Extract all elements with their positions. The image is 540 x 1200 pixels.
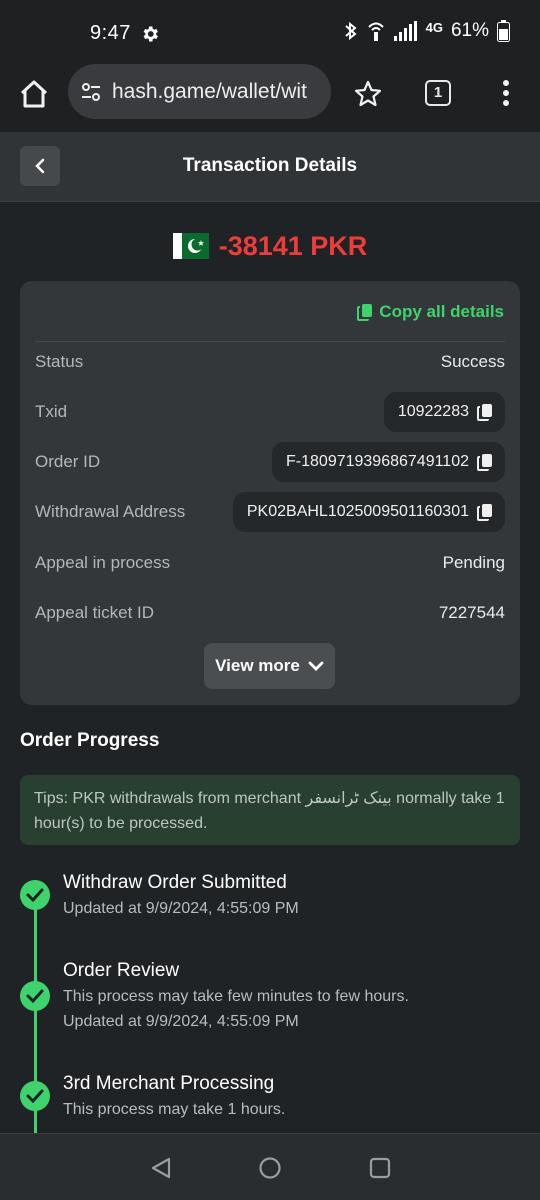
detail-label: Order ID	[35, 452, 101, 471]
more-vert-icon[interactable]	[496, 78, 516, 108]
step-subtitle: This process may take few minutes to few…	[63, 988, 409, 1005]
page-title: Transaction Details	[182, 155, 358, 176]
battery-icon	[497, 20, 510, 42]
copy-icon	[357, 304, 373, 321]
detail-row-txid: Txid 10922283	[35, 392, 505, 432]
gear-icon	[143, 26, 158, 42]
detail-label: Appeal ticket ID	[35, 603, 155, 622]
browser-toolbar: hash.game/wallet/wit 1	[0, 64, 540, 132]
detail-value: PK02BAHL1025009501160301	[246, 503, 469, 520]
detail-label: Withdrawal Address	[35, 502, 186, 521]
step-subtitle: This process may take 1 hours.	[63, 1101, 286, 1118]
signal-icon	[393, 21, 417, 41]
pakistan-flag	[172, 233, 209, 259]
home-circle-icon[interactable]	[258, 1156, 282, 1180]
network-type: 4G	[425, 19, 443, 35]
status-time: 9:47	[90, 22, 131, 44]
detail-value: F-1809719396867491102	[286, 453, 469, 470]
view-more-button[interactable]: View more	[204, 643, 335, 689]
detail-value: 10922283	[397, 403, 469, 420]
check-circle-icon	[20, 880, 50, 910]
step-title: Order Review	[63, 960, 180, 981]
detail-row-withdrawal-address: Withdrawal Address PK02BAHL1025009501160…	[35, 492, 505, 532]
order-id-copy-chip[interactable]: F-1809719396867491102	[272, 442, 505, 482]
back-triangle-icon[interactable]	[149, 1156, 173, 1180]
copy-icon	[477, 504, 492, 521]
transaction-amount: -38141 PKR	[218, 230, 368, 261]
order-progress-title: Order Progress	[20, 730, 160, 751]
detail-value: Pending	[442, 553, 505, 572]
detail-label: Txid	[35, 402, 68, 421]
status-bar: 9:47 4G 61%	[0, 0, 540, 64]
hotspot-icon	[367, 22, 384, 41]
site-settings-icon[interactable]	[80, 81, 102, 103]
star-icon[interactable]	[354, 80, 382, 108]
detail-row-appeal: Appeal in process Pending	[35, 543, 505, 583]
detail-label: Status	[35, 352, 84, 371]
detail-row-appeal-ticket: Appeal ticket ID 7227544	[35, 593, 505, 633]
address-bar[interactable]: hash.game/wallet/wit	[68, 64, 331, 119]
battery-percent: 61%	[450, 20, 489, 41]
step-subtitle: Updated at 9/9/2024, 4:55:09 PM	[63, 900, 299, 917]
step-updated: Updated at 9/9/2024, 4:55:09 PM	[63, 1013, 299, 1030]
page-header: Transaction Details	[0, 132, 540, 202]
tips-banner: Tips: PKR withdrawals from merchant بینک…	[20, 775, 520, 845]
recents-square-icon[interactable]	[368, 1156, 392, 1180]
detail-label: Appeal in process	[35, 553, 171, 572]
system-nav-bar	[0, 1133, 540, 1200]
step-title: 3rd Merchant Processing	[63, 1073, 275, 1094]
home-icon[interactable]	[18, 78, 50, 110]
url-text[interactable]: hash.game/wallet/wit	[112, 80, 307, 104]
amount-row: -38141 PKR	[0, 226, 540, 266]
detail-value: 7227544	[438, 603, 505, 622]
bluetooth-icon	[344, 21, 357, 41]
address-copy-chip[interactable]: PK02BAHL1025009501160301	[232, 492, 505, 532]
chevron-down-icon	[308, 661, 324, 671]
tabs-icon[interactable]: 1	[425, 80, 451, 106]
copy-all-button[interactable]: Copy all details	[357, 302, 504, 322]
copy-icon	[477, 404, 492, 421]
step-title: Withdraw Order Submitted	[63, 872, 287, 893]
detail-row-order-id: Order ID F-1809719396867491102	[35, 442, 505, 482]
transaction-details-card: Copy all details Status Success Txid 109…	[20, 281, 520, 705]
check-circle-icon	[20, 1081, 50, 1111]
detail-value: Success	[440, 352, 505, 371]
view-more-label: View more	[215, 656, 300, 675]
copy-all-label[interactable]: Copy all details	[379, 302, 504, 322]
copy-icon	[477, 454, 492, 471]
detail-row-status: Status Success	[35, 342, 505, 382]
check-circle-icon	[20, 981, 50, 1011]
txid-copy-chip[interactable]: 10922283	[383, 392, 505, 432]
